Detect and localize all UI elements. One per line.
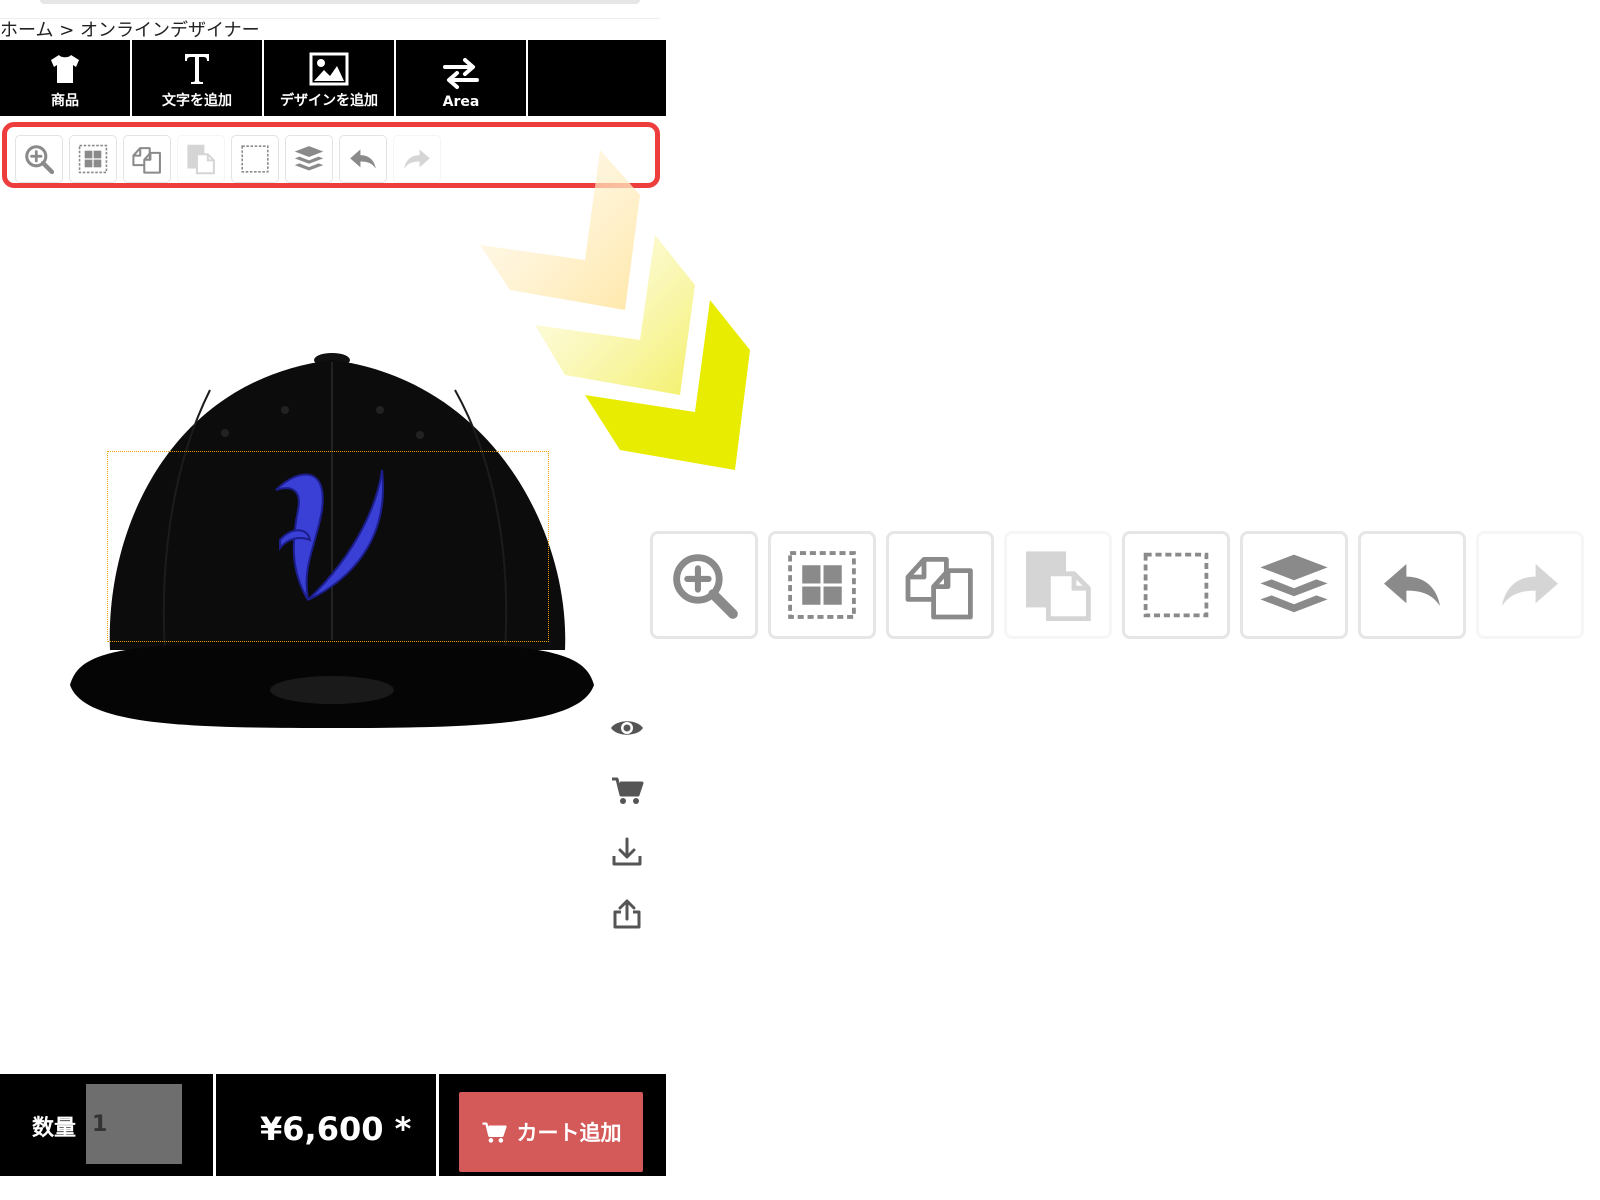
preview-button[interactable] <box>608 710 646 746</box>
duplicate-button-large[interactable] <box>886 531 994 639</box>
product-button[interactable]: 商品 <box>0 40 132 116</box>
select-all-button[interactable] <box>69 135 117 183</box>
cart-icon <box>612 777 644 804</box>
undo-icon <box>350 149 376 169</box>
swap-arrows-icon <box>443 58 479 89</box>
duplicate-icon <box>905 557 973 620</box>
breadcrumb-home[interactable]: ホーム <box>0 20 53 41</box>
edit-toolbar <box>15 135 441 183</box>
grid-select-icon <box>788 551 856 619</box>
price-display: ¥6,600 * <box>260 1110 412 1148</box>
area-button[interactable]: Area <box>396 40 528 116</box>
layers-button-large[interactable] <box>1240 531 1348 639</box>
add-to-cart-button[interactable]: カート追加 <box>459 1092 643 1172</box>
tshirt-icon <box>51 55 79 83</box>
add-to-cart-label: カート追加 <box>516 1121 622 1145</box>
print-area-outline <box>107 451 549 642</box>
image-icon <box>309 52 349 86</box>
add-design-button[interactable]: デザインを追加 <box>264 40 396 116</box>
duplicate-icon <box>132 147 161 174</box>
cart-section: カート追加 <box>439 1074 666 1176</box>
paste-icon <box>187 144 215 175</box>
paste-button[interactable] <box>177 135 225 183</box>
layers-icon <box>294 146 324 171</box>
redo-button[interactable] <box>393 135 441 183</box>
paste-button-large[interactable] <box>1004 531 1112 639</box>
add-text-label: 文字を追加 <box>162 93 232 109</box>
grid-select-icon <box>78 144 108 174</box>
deselect-button-large[interactable] <box>1122 531 1230 639</box>
select-all-button-large[interactable] <box>768 531 876 639</box>
duplicate-button[interactable] <box>123 135 171 183</box>
order-bar: 数量 ¥6,600 * カート追加 <box>0 1074 666 1176</box>
share-icon <box>613 899 641 929</box>
paste-icon <box>1026 551 1091 621</box>
cart-shortcut-button[interactable] <box>608 772 646 808</box>
quantity-section: 数量 <box>0 1074 216 1176</box>
zoom-in-button-large[interactable] <box>650 531 758 639</box>
breadcrumb: ホーム > オンラインデザイナー <box>0 16 260 42</box>
deselect-button[interactable] <box>231 135 279 183</box>
download-button[interactable] <box>608 834 646 870</box>
deselect-icon <box>1143 552 1209 618</box>
main-toolbar: 商品 文字を追加 デザインを追加 Area <box>0 40 666 116</box>
price-section: ¥6,600 * <box>216 1074 439 1176</box>
zoom-in-icon <box>673 554 738 619</box>
preview-eye-icon <box>611 721 643 735</box>
cart-icon <box>482 1122 507 1143</box>
zoom-in-icon <box>25 145 55 175</box>
redo-icon <box>1502 564 1558 606</box>
quantity-input[interactable] <box>86 1084 182 1164</box>
deselect-icon <box>241 145 269 173</box>
toolbar-empty-slot <box>528 40 666 116</box>
zoom-in-button[interactable] <box>15 135 63 183</box>
area-label: Area <box>442 94 480 110</box>
redo-icon <box>404 149 430 169</box>
layers-button[interactable] <box>285 135 333 183</box>
quantity-label: 数量 <box>32 1116 77 1141</box>
text-icon <box>185 54 209 84</box>
share-button[interactable] <box>608 896 646 932</box>
side-action-bar <box>608 710 646 932</box>
add-design-label: デザインを追加 <box>280 93 378 109</box>
download-icon <box>612 837 642 866</box>
breadcrumb-current: オンラインデザイナー <box>80 20 260 41</box>
undo-button[interactable] <box>339 135 387 183</box>
breadcrumb-separator: > <box>59 20 75 41</box>
edit-toolbar-zoomed <box>650 531 1584 639</box>
undo-icon <box>1384 564 1440 606</box>
top-shadow <box>40 0 640 4</box>
add-text-button[interactable]: 文字を追加 <box>132 40 264 116</box>
redo-button-large[interactable] <box>1476 531 1584 639</box>
product-label: 商品 <box>51 93 79 109</box>
layers-icon <box>1260 554 1328 613</box>
undo-button-large[interactable] <box>1358 531 1466 639</box>
